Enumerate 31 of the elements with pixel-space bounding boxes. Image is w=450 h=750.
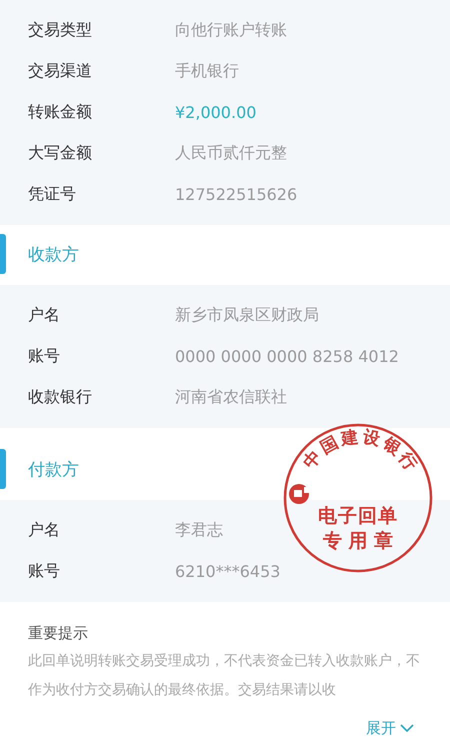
field-value: 6210***6453	[175, 562, 280, 581]
seal-text: 专 用 章	[322, 530, 394, 552]
field-label: 收款银行	[28, 387, 93, 408]
seal-text: 中国建设银行	[300, 426, 423, 477]
seal-text: 电子回单	[318, 505, 398, 527]
section-marker	[0, 449, 6, 489]
field-value: 127522515626	[175, 185, 298, 204]
notice-title: 重要提示	[28, 624, 88, 643]
field-value: 河南省农信联社	[175, 387, 287, 408]
field-label: 凭证号	[28, 184, 77, 205]
field-value: 0000 0000 0000 8258 4012	[175, 347, 399, 366]
field-label: 大写金额	[28, 143, 93, 164]
section-marker	[0, 234, 6, 274]
notice-text: 此回单说明转账交易受理成功，不代表资金已转入收款账户，不作为收付方交易确认的最终依据。交易结果请以收	[28, 652, 420, 700]
amount-value: ¥2,000.00	[175, 103, 256, 122]
field-label: 户名	[28, 305, 61, 326]
field-label: 转账金额	[28, 102, 93, 123]
section-title: 付款方	[28, 458, 79, 480]
field-value: 新乡市凤泉区财政局	[175, 305, 319, 326]
field-value: 李君志	[175, 520, 223, 541]
field-value: 手机银行	[175, 61, 239, 82]
section-title: 收款方	[28, 244, 79, 266]
chevron-down-icon	[400, 724, 414, 733]
field-label: 户名	[28, 520, 61, 541]
field-label: 账号	[28, 346, 61, 367]
expand-button[interactable]: 展开	[366, 719, 414, 738]
field-label: 交易渠道	[28, 61, 93, 82]
field-label: 账号	[28, 561, 61, 582]
field-value: 人民币贰仟元整	[175, 143, 287, 164]
field-value: 向他行账户转账	[175, 20, 287, 41]
field-label: 交易类型	[28, 20, 93, 41]
